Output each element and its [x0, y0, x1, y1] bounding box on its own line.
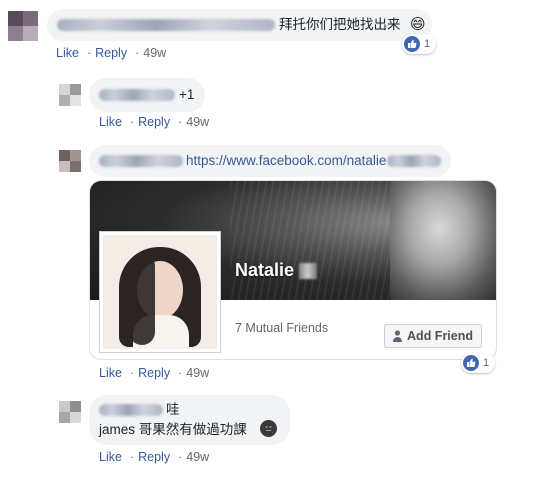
commenter-name-censored[interactable] [99, 89, 175, 101]
url-censored [387, 155, 441, 167]
commenter-avatar[interactable] [59, 84, 81, 106]
reply-link[interactable]: Reply [138, 366, 170, 380]
add-friend-label: Add Friend [407, 329, 473, 343]
comment-text-line1: 哇 [166, 402, 180, 417]
comment-text: +1 [179, 87, 195, 102]
timestamp[interactable]: 49w [186, 115, 209, 129]
reaction-count-value: 1 [424, 38, 431, 50]
mutual-friends-count[interactable]: 7 Mutual Friends [235, 321, 328, 335]
profile-photo[interactable] [99, 231, 221, 353]
commenter-name-censored[interactable] [57, 19, 275, 31]
comment-bubble: https://www.facebook.com/natalie [89, 145, 451, 177]
reply-link[interactable]: Reply [138, 115, 170, 129]
add-friend-button[interactable]: Add Friend [384, 324, 482, 348]
commenter-avatar[interactable] [8, 11, 38, 41]
commenter-avatar[interactable] [59, 401, 81, 423]
timestamp[interactable]: 49w [143, 46, 166, 60]
commenter-name-censored[interactable] [99, 155, 183, 167]
comment-actions: Like · Reply · 49w [99, 366, 210, 380]
commenter-name-censored[interactable] [99, 404, 163, 416]
comment-text: 拜托你们把她找出来 [279, 17, 401, 32]
like-link[interactable]: Like [56, 46, 79, 60]
comment-actions: Like · Reply · 49w [99, 450, 210, 464]
neutral-face-emoji-icon [260, 420, 277, 437]
thumbs-up-icon [404, 36, 420, 52]
comment-bubble: +1 [89, 78, 205, 112]
comment-text-line2: james 哥果然有做過功課 [99, 422, 247, 437]
laughing-emoji-icon: 😄 [410, 15, 426, 33]
comment-bubble: 哇 james 哥果然有做過功課 [89, 395, 290, 445]
comment-actions: Like · Reply · 49w [56, 46, 167, 60]
thumbs-up-icon [463, 355, 479, 371]
like-link[interactable]: Like [99, 366, 122, 380]
name-censored [299, 263, 318, 280]
profile-name[interactable]: Natalie [235, 260, 318, 281]
profile-url-link[interactable]: https://www.facebook.com/natalie [186, 152, 386, 170]
commenter-avatar[interactable] [59, 150, 81, 172]
reply-link[interactable]: Reply [95, 46, 127, 60]
like-link[interactable]: Like [99, 115, 122, 129]
timestamp[interactable]: 49w [186, 366, 209, 380]
comment-actions: Like · Reply · 49w [99, 115, 210, 129]
cover-face [390, 181, 496, 300]
reaction-count[interactable]: 1 [461, 353, 496, 373]
reaction-count[interactable]: 1 [402, 34, 437, 54]
reply-link[interactable]: Reply [138, 450, 170, 464]
timestamp[interactable]: 49w [186, 450, 209, 464]
profile-preview-card[interactable]: Natalie 7 Mutual Friends Add Friend [89, 180, 497, 360]
reaction-count-value: 1 [483, 357, 490, 369]
like-link[interactable]: Like [99, 450, 122, 464]
comment-bubble: 拜托你们把她找出来 😄 [47, 9, 432, 41]
add-person-icon [393, 330, 403, 342]
